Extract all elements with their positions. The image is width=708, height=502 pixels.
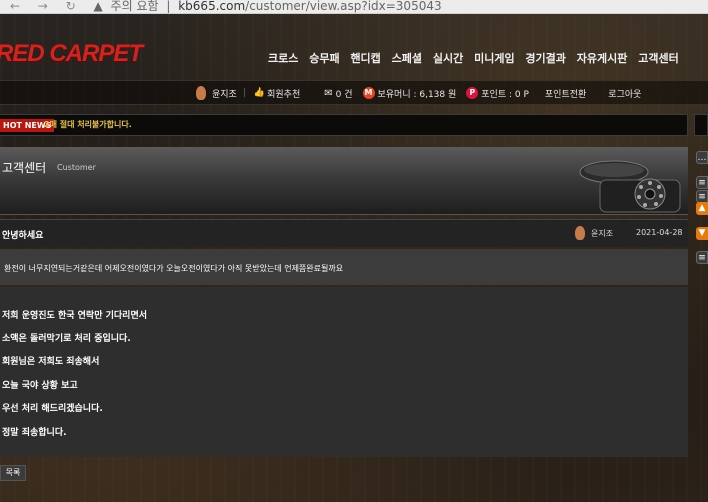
envelope-icon: ✉ <box>324 87 333 99</box>
question-block: 환전이 너무지연되는거같은데 어제오전이였다가 오늘오전이였다가 아직 못받았는… <box>0 249 688 285</box>
post-header: 안녕하세요 윤지조 2021-04-28 <box>0 219 688 247</box>
warning-icon[interactable]: ▲ <box>93 0 102 13</box>
answer-line: 오늘 국야 상황 보고 <box>2 381 78 391</box>
nav-item-special[interactable]: 스페셜 <box>392 52 422 65</box>
divider: | <box>242 88 246 98</box>
recommend-label: 회원추천 <box>267 89 301 100</box>
separator: | <box>166 0 171 13</box>
browser-address-bar: ← → ↻ ▲ 주의 요함 | kb665.com/customer/view.… <box>0 0 708 14</box>
thumbs-up-icon: 👍 <box>253 88 266 98</box>
message-count: 0 건 <box>335 89 353 100</box>
author-name: 윤지조 <box>591 228 614 238</box>
author-avatar <box>575 226 585 240</box>
point-convert-label: 포인트전환 <box>544 89 587 100</box>
nav-item-customer[interactable]: 고객센터 <box>638 52 678 65</box>
post-date: 2021-04-28 <box>636 228 683 237</box>
main-nav: 크로스 승무패 핸디캡 스페셜 실시간 미니게임 경기결과 자유게시판 고객센터 <box>268 50 686 66</box>
username: 윤지조 <box>212 89 237 100</box>
nav-item-handicap[interactable]: 핸디캡 <box>350 52 380 65</box>
question-text: 환전이 너무지연되는거같은데 어제오전이였다가 오늘오전이였다가 아직 못받았는… <box>4 264 344 273</box>
answer-block: 저희 운영진도 한국 연락만 기다리면서 소액은 돌러막기로 처리 중입니다. … <box>0 287 688 457</box>
money-info: M 보유머니 : 6,138 원 <box>362 87 457 100</box>
page-title: 고객센터 <box>2 161 47 175</box>
nav-item-cross[interactable]: 크로스 <box>268 52 298 65</box>
telephone-icon <box>579 160 681 213</box>
logout-link[interactable]: 로그아웃 <box>608 87 641 100</box>
post-author: 윤지조 <box>575 226 613 240</box>
hotnews-ticker: HOT NEWS 2매 절대 처리불가합니다. <box>0 114 688 136</box>
answer-line: 우선 처리 해드리겠습니다. <box>2 404 103 414</box>
point-info: P 포인트 : 0 P <box>466 87 529 100</box>
answer-line: 회원님은 저희도 죄송해서 <box>2 357 100 367</box>
chat-icon[interactable]: … <box>696 151 708 164</box>
money-value: 보유머니 : 6,138 원 <box>377 89 457 100</box>
post-title: 안녕하세요 <box>2 231 44 241</box>
answer-line: 소액은 돌러막기로 처리 중입니다. <box>2 334 131 344</box>
nav-item-minigame[interactable]: 미니게임 <box>474 52 514 65</box>
address-input[interactable]: kb665.com/customer/view.asp?idx=305043 <box>178 0 441 13</box>
user-info: 윤지조 <box>196 86 237 100</box>
messages-link[interactable]: ✉ 0 건 <box>324 87 352 100</box>
site-logo[interactable]: RED CARPET <box>0 40 143 68</box>
list-button[interactable]: 목록 <box>0 465 26 481</box>
list-icon[interactable]: ≡ <box>696 176 708 189</box>
nav-item-live[interactable]: 실시간 <box>433 52 463 65</box>
answer-line: 저희 운영진도 한국 연락만 기다리면서 <box>2 311 148 321</box>
side-panel-top <box>694 114 708 136</box>
hotnews-text[interactable]: 2매 절대 처리불가합니다. <box>44 119 132 130</box>
nav-item-results[interactable]: 경기결과 <box>525 52 565 65</box>
scroll-down-icon[interactable]: ▼ <box>696 227 708 240</box>
point-value: 포인트 : 0 P <box>481 89 529 100</box>
security-warning[interactable]: 주의 요함 <box>111 0 159 13</box>
user-bar: 윤지조 | 👍 회원추천 ✉ 0 건 M 보유머니 : 6,138 원 P 포인… <box>196 86 651 100</box>
point-icon: P <box>466 87 479 99</box>
scroll-up-icon[interactable]: ▲ <box>696 202 708 215</box>
page-subtitle: Customer <box>57 163 96 172</box>
reload-icon[interactable]: ↻ <box>62 0 80 13</box>
answer-line: 정말 죄송합니다. <box>2 428 67 438</box>
back-icon[interactable]: ← <box>6 0 24 13</box>
nav-item-win-lose[interactable]: 승무패 <box>309 52 339 65</box>
point-convert-link[interactable]: 포인트전환 <box>545 87 586 100</box>
menu-icon[interactable]: ≡ <box>696 251 708 264</box>
nav-item-board[interactable]: 자유게시판 <box>577 52 628 65</box>
recommend-link[interactable]: 👍 회원추천 <box>254 87 300 100</box>
avatar <box>196 86 206 100</box>
forward-icon[interactable]: → <box>34 0 52 13</box>
money-icon: M <box>362 87 375 99</box>
logout-label: 로그아웃 <box>608 89 642 100</box>
